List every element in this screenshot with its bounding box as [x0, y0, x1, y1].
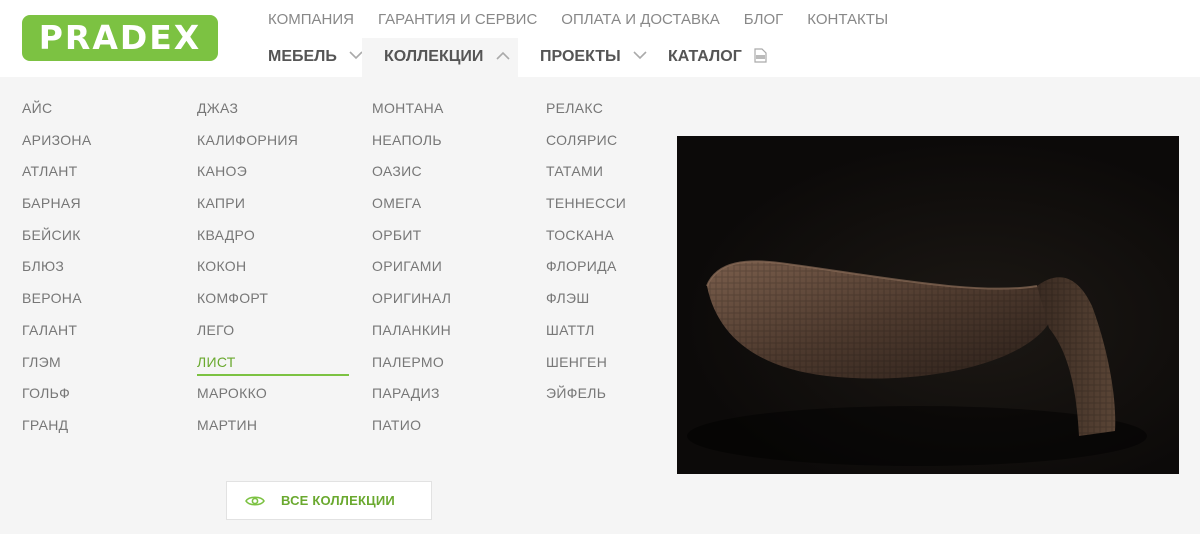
collections-column-4: РЕЛАКС СОЛЯРИС ТАТАМИ ТЕННЕССИ ТОСКАНА Ф…: [546, 97, 626, 414]
collection-link[interactable]: ПАРАДИЗ: [372, 382, 451, 414]
collection-preview-image[interactable]: [677, 136, 1179, 474]
collection-link[interactable]: БЕЙСИК: [22, 224, 91, 256]
collections-column-2: ДЖАЗ КАЛИФОРНИЯ КАНОЭ КАПРИ КВАДРО КОКОН…: [197, 97, 349, 446]
collection-link[interactable]: ПАЛЕРМО: [372, 351, 451, 383]
collection-link[interactable]: ТЕННЕССИ: [546, 192, 626, 224]
collection-link[interactable]: ФЛЭШ: [546, 287, 626, 319]
topnav-link-blog[interactable]: БЛОГ: [744, 11, 783, 29]
collection-link[interactable]: ФЛОРИДА: [546, 255, 626, 287]
collections-column-3: МОНТАНА НЕАПОЛЬ ОАЗИС ОМЕГА ОРБИТ ОРИГАМ…: [372, 97, 451, 446]
collection-link[interactable]: БЛЮЗ: [22, 255, 91, 287]
collection-link[interactable]: НЕАПОЛЬ: [372, 129, 451, 161]
collection-link[interactable]: ГЛЭМ: [22, 351, 91, 383]
collection-link[interactable]: ТАТАМИ: [546, 160, 626, 192]
mainnav-item-collections[interactable]: КОЛЛЕКЦИИ: [362, 38, 518, 77]
collection-link[interactable]: ВЕРОНА: [22, 287, 91, 319]
all-collections-button[interactable]: ВСЕ КОЛЛЕКЦИИ: [226, 481, 432, 520]
collection-link[interactable]: ГАЛАНТ: [22, 319, 91, 351]
mainnav-label: МЕБЕЛЬ: [268, 48, 337, 65]
all-collections-label: ВСЕ КОЛЛЕКЦИИ: [281, 493, 395, 508]
pradex-logo[interactable]: PRADEX: [22, 15, 218, 61]
collection-link[interactable]: КАПРИ: [197, 192, 349, 224]
topnav-link-warranty[interactable]: ГАРАНТИЯ И СЕРВИС: [378, 11, 537, 29]
mainnav-label: КОЛЛЕКЦИИ: [384, 48, 484, 65]
collection-link[interactable]: РЕЛАКС: [546, 97, 626, 129]
collection-link[interactable]: ДЖАЗ: [197, 97, 349, 129]
collection-link[interactable]: ОМЕГА: [372, 192, 451, 224]
collection-link[interactable]: ШЕНГЕН: [546, 351, 626, 383]
collection-link[interactable]: СОЛЯРИС: [546, 129, 626, 161]
collection-link[interactable]: АЙС: [22, 97, 91, 129]
topnav-link-company[interactable]: КОМПАНИЯ: [268, 11, 354, 29]
collection-link[interactable]: ОАЗИС: [372, 160, 451, 192]
site-header: PRADEX КОМПАНИЯ ГАРАНТИЯ И СЕРВИС ОПЛАТА…: [0, 0, 1200, 77]
collection-link[interactable]: КАНОЭ: [197, 160, 349, 192]
topnav-link-contacts[interactable]: КОНТАКТЫ: [807, 11, 888, 29]
collection-link[interactable]: ОРИГИНАЛ: [372, 287, 451, 319]
chevron-down-icon: [633, 51, 647, 59]
mainnav-item-projects[interactable]: ПРОЕКТЫ: [540, 38, 647, 77]
mainnav-label: ПРОЕКТЫ: [540, 48, 621, 65]
top-navigation: КОМПАНИЯ ГАРАНТИЯ И СЕРВИС ОПЛАТА И ДОСТ…: [268, 11, 912, 29]
pdf-icon: [754, 48, 767, 63]
collection-link[interactable]: ШАТТЛ: [546, 319, 626, 351]
lounge-chair-image: [687, 260, 1147, 466]
collection-link[interactable]: КВАДРО: [197, 224, 349, 256]
collection-link[interactable]: КОКОН: [197, 255, 349, 287]
eye-icon: [245, 495, 265, 506]
collection-link[interactable]: ОРБИТ: [372, 224, 451, 256]
mainnav-item-catalog[interactable]: КАТАЛОГ: [668, 38, 767, 77]
collection-link[interactable]: ОРИГАМИ: [372, 255, 451, 287]
collection-link[interactable]: ЭЙФЕЛЬ: [546, 382, 626, 414]
collection-link[interactable]: ТОСКАНА: [546, 224, 626, 256]
collection-link[interactable]: МОНТАНА: [372, 97, 451, 129]
chevron-up-icon: [496, 51, 510, 60]
collection-link[interactable]: КАЛИФОРНИЯ: [197, 129, 349, 161]
collection-link[interactable]: МАРТИН: [197, 414, 349, 446]
collection-link[interactable]: МАРОККО: [197, 382, 349, 414]
collection-link[interactable]: АТЛАНТ: [22, 160, 91, 192]
collections-column-1: АЙС АРИЗОНА АТЛАНТ БАРНАЯ БЕЙСИК БЛЮЗ ВЕ…: [22, 97, 91, 446]
logo-text: PRADEX: [38, 18, 202, 57]
collection-link[interactable]: ГОЛЬФ: [22, 382, 91, 414]
collection-link[interactable]: ГРАНД: [22, 414, 91, 446]
collection-link[interactable]: ПАЛАНКИН: [372, 319, 451, 351]
collection-link[interactable]: КОМФОРТ: [197, 287, 349, 319]
collection-link[interactable]: ЛЕГО: [197, 319, 349, 351]
collection-link[interactable]: АРИЗОНА: [22, 129, 91, 161]
mainnav-item-furniture[interactable]: МЕБЕЛЬ: [268, 38, 363, 77]
topnav-link-payment[interactable]: ОПЛАТА И ДОСТАВКА: [561, 11, 720, 29]
collection-link-active[interactable]: ЛИСТ: [197, 351, 349, 376]
mainnav-label: КАТАЛОГ: [668, 48, 742, 65]
collection-link[interactable]: БАРНАЯ: [22, 192, 91, 224]
collections-dropdown: АЙС АРИЗОНА АТЛАНТ БАРНАЯ БЕЙСИК БЛЮЗ ВЕ…: [0, 77, 1200, 534]
collection-link[interactable]: ПАТИО: [372, 414, 451, 446]
